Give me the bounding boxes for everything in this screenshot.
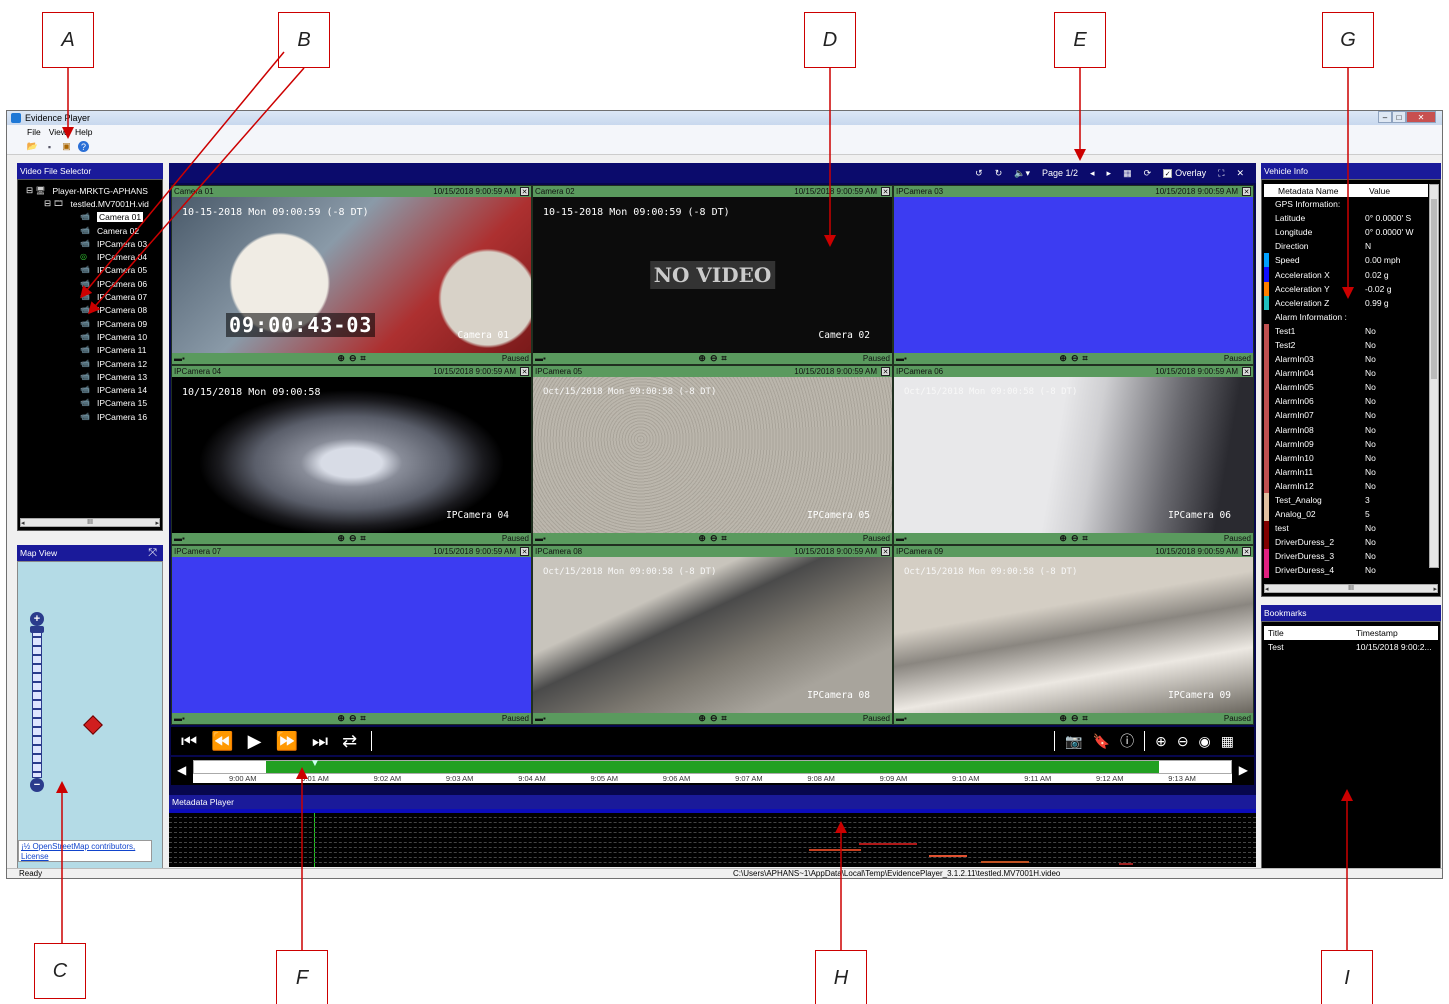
- arrow-b1: [80, 51, 285, 299]
- callout-arrows: [56, 51, 1354, 950]
- arrow-b2: [88, 67, 305, 315]
